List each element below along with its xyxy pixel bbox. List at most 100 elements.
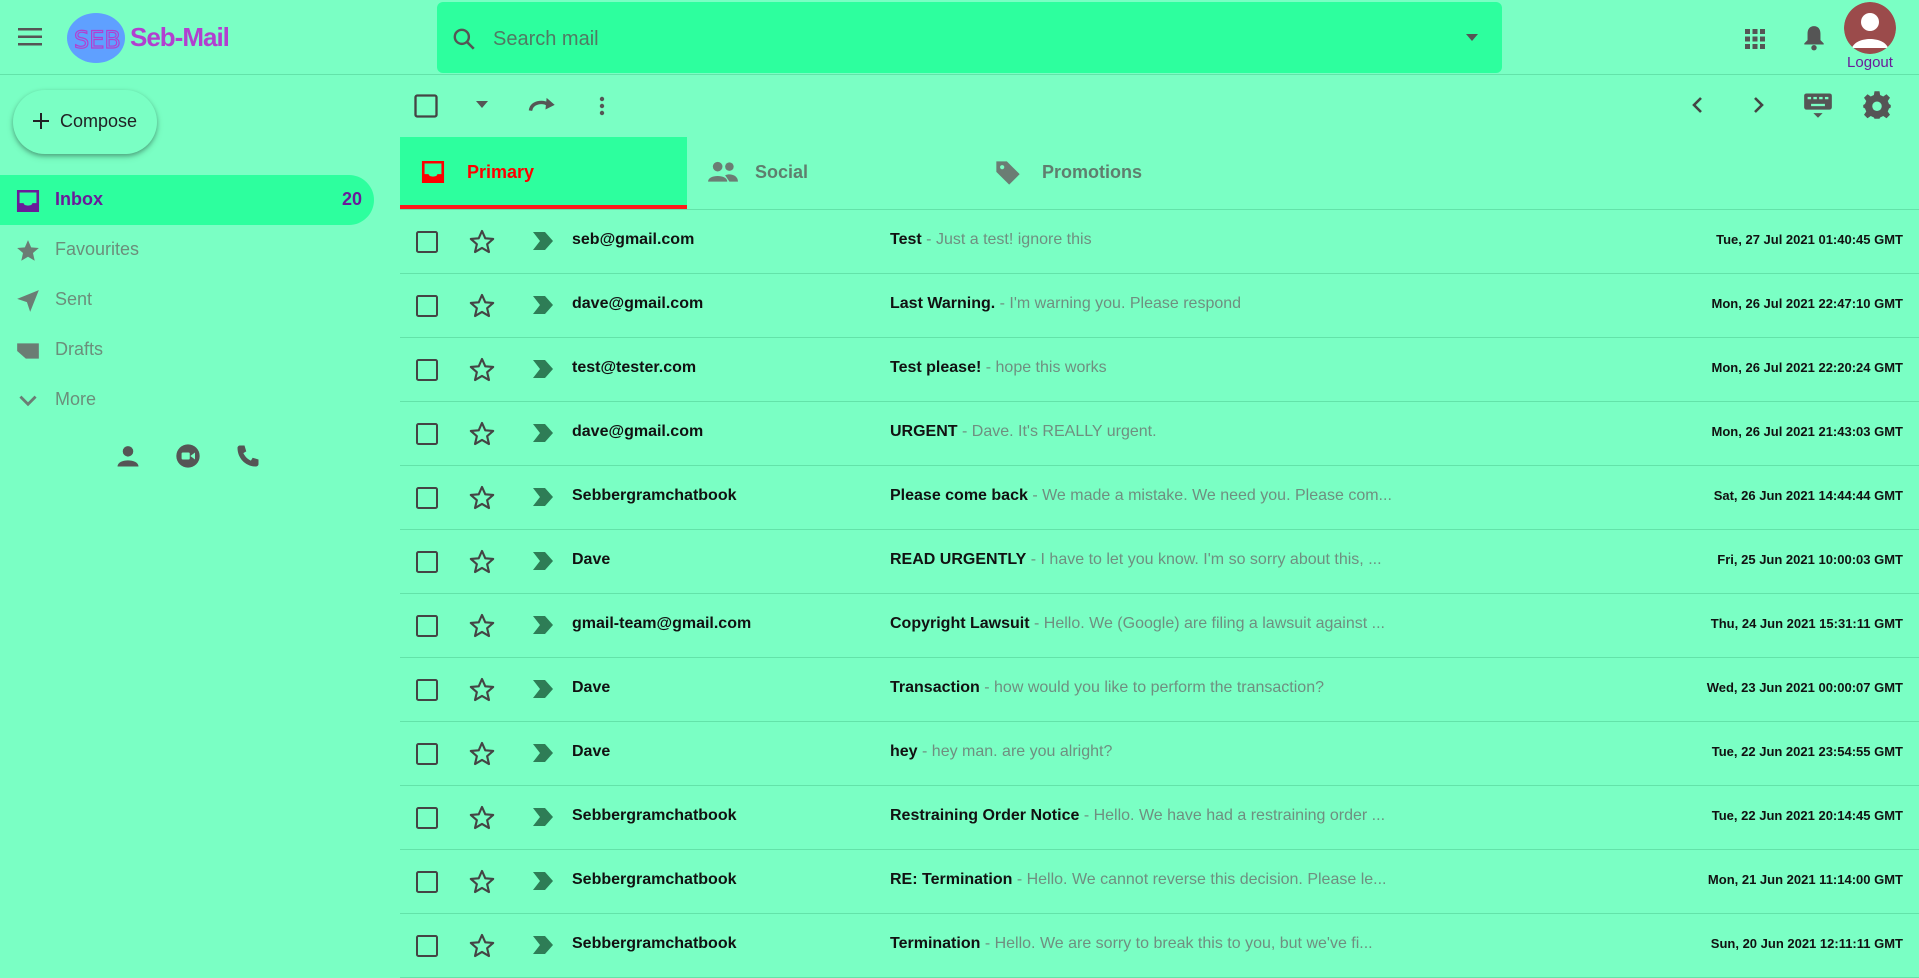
star-icon[interactable] bbox=[468, 804, 496, 832]
email-preview: Hello. We (Google) are filing a lawsuit … bbox=[1043, 615, 1385, 632]
refresh-icon[interactable] bbox=[527, 92, 557, 120]
user-avatar[interactable] bbox=[1844, 2, 1896, 54]
email-row[interactable]: seb@gmail.com Test - Just a test! ignore … bbox=[400, 210, 1919, 274]
inbox-icon bbox=[16, 189, 40, 213]
important-marker-icon[interactable] bbox=[530, 230, 556, 252]
row-checkbox[interactable] bbox=[415, 742, 439, 766]
email-sender: Sebbergramchatbook bbox=[572, 487, 737, 504]
tab-primary[interactable]: Primary bbox=[400, 137, 687, 209]
email-subject-line: hey - hey man. are you alright? bbox=[890, 743, 1113, 760]
important-marker-icon[interactable] bbox=[530, 294, 556, 316]
important-marker-icon[interactable] bbox=[530, 614, 556, 636]
apps-grid-icon[interactable] bbox=[1743, 27, 1767, 51]
star-icon[interactable] bbox=[468, 612, 496, 640]
account-avatar-icon bbox=[1844, 2, 1896, 54]
tab-promotions[interactable]: Promotions bbox=[974, 137, 1261, 209]
row-checkbox[interactable] bbox=[415, 934, 439, 958]
star-icon[interactable] bbox=[468, 740, 496, 768]
important-marker-icon[interactable] bbox=[530, 806, 556, 828]
phone-icon[interactable] bbox=[234, 442, 262, 470]
email-subject: Last Warning. bbox=[890, 295, 996, 312]
video-call-icon[interactable] bbox=[174, 442, 202, 470]
row-checkbox[interactable] bbox=[415, 422, 439, 446]
email-row[interactable]: Sebbergramchatbook Restraining Order Noti… bbox=[400, 786, 1919, 850]
star-icon[interactable] bbox=[468, 292, 496, 320]
star-icon[interactable] bbox=[468, 356, 496, 384]
chevron-right-icon[interactable] bbox=[1746, 92, 1770, 118]
search-icon[interactable] bbox=[451, 26, 477, 52]
sidebar-item-label: More bbox=[55, 389, 97, 409]
email-subject-line: READ URGENTLY - I have to let you know. … bbox=[890, 551, 1382, 568]
main-menu-button[interactable] bbox=[14, 25, 46, 49]
notifications-bell-icon[interactable] bbox=[1801, 24, 1827, 52]
keyboard-icon[interactable] bbox=[1803, 90, 1833, 120]
sidebar-item-favourites[interactable]: Favourites bbox=[0, 225, 374, 275]
star-icon[interactable] bbox=[468, 676, 496, 704]
row-checkbox[interactable] bbox=[415, 806, 439, 830]
email-preview: I'm warning you. Please respond bbox=[1009, 295, 1242, 312]
row-checkbox[interactable] bbox=[415, 678, 439, 702]
sidebar-item-inbox[interactable]: Inbox 20 bbox=[0, 175, 374, 225]
important-marker-icon[interactable] bbox=[530, 550, 556, 572]
seb-logo[interactable]: SEB bbox=[64, 10, 136, 64]
email-sender: Sebbergramchatbook bbox=[572, 807, 737, 824]
row-checkbox[interactable] bbox=[415, 294, 439, 318]
email-sender: gmail-team@gmail.com bbox=[572, 615, 752, 632]
more-vertical-icon[interactable] bbox=[590, 92, 614, 120]
important-marker-icon[interactable] bbox=[530, 742, 556, 764]
important-marker-icon[interactable] bbox=[530, 870, 556, 892]
important-marker-icon[interactable] bbox=[530, 358, 556, 380]
email-sender: dave@gmail.com bbox=[572, 423, 704, 440]
logout-link[interactable]: Logout bbox=[1844, 54, 1896, 71]
email-row[interactable]: dave@gmail.com URGENT - Dave. It's REALLY… bbox=[400, 402, 1919, 466]
sidebar-item-label: Sent bbox=[55, 289, 93, 309]
star-icon[interactable] bbox=[468, 548, 496, 576]
row-checkbox[interactable] bbox=[415, 870, 439, 894]
star-icon[interactable] bbox=[468, 228, 496, 256]
important-marker-icon[interactable] bbox=[530, 486, 556, 508]
sidebar-item-sent[interactable]: Sent bbox=[0, 275, 374, 325]
search-options-caret-icon[interactable] bbox=[1464, 33, 1480, 43]
email-subject: Copyright Lawsuit bbox=[890, 615, 1030, 632]
email-row[interactable]: dave@gmail.com Last Warning. - I'm warnin… bbox=[400, 274, 1919, 338]
email-row[interactable]: Sebbergramchatbook Please come back - We … bbox=[400, 466, 1919, 530]
star-icon[interactable] bbox=[468, 932, 496, 960]
email-sender: Dave bbox=[572, 743, 611, 760]
email-row[interactable]: Sebbergramchatbook Termination - Hello. W… bbox=[400, 914, 1919, 978]
email-row[interactable]: gmail-team@gmail.com Copyright Lawsuit - … bbox=[400, 594, 1919, 658]
row-checkbox[interactable] bbox=[415, 486, 439, 510]
sidebar-item-drafts[interactable]: Drafts bbox=[0, 325, 374, 375]
sidebar-item-more[interactable]: More bbox=[0, 375, 374, 425]
email-row[interactable]: Dave READ URGENTLY - I have to let you kn… bbox=[400, 530, 1919, 594]
row-checkbox[interactable] bbox=[415, 614, 439, 638]
tab-social[interactable]: Social bbox=[687, 137, 974, 209]
row-checkbox[interactable] bbox=[415, 550, 439, 574]
email-row[interactable]: Dave Transaction - how would you like to … bbox=[400, 658, 1919, 722]
star-icon[interactable] bbox=[468, 868, 496, 896]
email-date: Sun, 20 Jun 2021 12:11:11 GMT bbox=[1710, 936, 1903, 951]
row-checkbox[interactable] bbox=[415, 358, 439, 382]
settings-gear-icon[interactable] bbox=[1862, 90, 1892, 120]
important-marker-icon[interactable] bbox=[530, 678, 556, 700]
email-subject: RE: Termination bbox=[890, 871, 1013, 888]
search-input[interactable] bbox=[491, 20, 1395, 58]
important-marker-icon[interactable] bbox=[530, 934, 556, 956]
email-row[interactable]: Dave hey - hey man. are you alright? Tue, … bbox=[400, 722, 1919, 786]
select-options-caret-icon[interactable] bbox=[474, 98, 490, 112]
row-checkbox[interactable] bbox=[415, 230, 439, 254]
email-row[interactable]: test@tester.com Test please! - hope this … bbox=[400, 338, 1919, 402]
email-subject-line: Last Warning. - I'm warning you. Please … bbox=[890, 295, 1242, 312]
star-icon[interactable] bbox=[468, 420, 496, 448]
chevron-down-icon bbox=[19, 395, 37, 407]
email-date: Mon, 26 Jul 2021 22:47:10 GMT bbox=[1711, 296, 1903, 311]
email-subject: URGENT bbox=[890, 423, 958, 440]
email-row[interactable]: Sebbergramchatbook RE: Termination - Hell… bbox=[400, 850, 1919, 914]
select-all-checkbox[interactable] bbox=[412, 92, 440, 120]
star-icon[interactable] bbox=[468, 484, 496, 512]
email-sender: Sebbergramchatbook bbox=[572, 871, 737, 888]
important-marker-icon[interactable] bbox=[530, 422, 556, 444]
compose-button[interactable]: Compose bbox=[13, 90, 157, 154]
contacts-person-icon[interactable] bbox=[114, 442, 142, 470]
email-preview: I have to let you know. I'm so sorry abo… bbox=[1040, 551, 1382, 568]
chevron-left-icon[interactable] bbox=[1686, 92, 1710, 118]
